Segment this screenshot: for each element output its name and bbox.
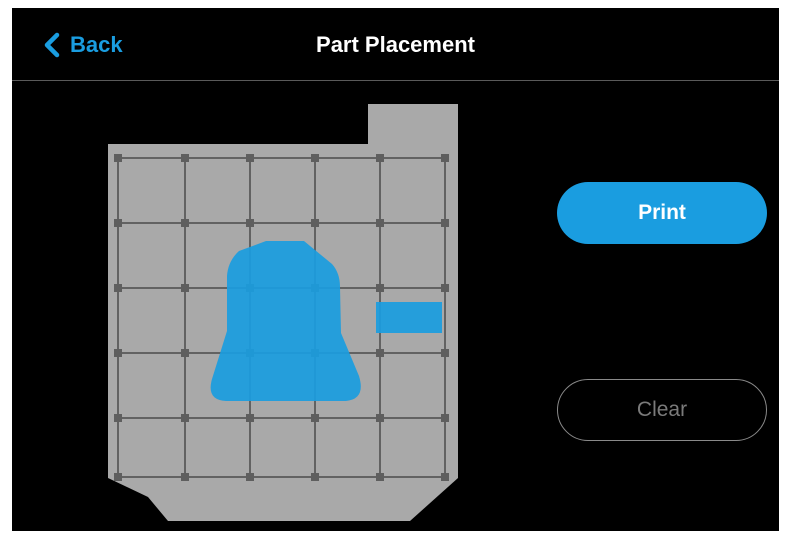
print-button[interactable]: Print [557,182,767,244]
header-divider [12,80,779,81]
part-small[interactable] [376,302,442,333]
build-plate[interactable] [108,101,464,524]
header-bar: Back Part Placement [12,8,779,80]
touchscreen-frame: Back Part Placement Print Clear [12,8,779,531]
page-title: Part Placement [316,32,475,57]
clear-button[interactable]: Clear [557,379,767,441]
